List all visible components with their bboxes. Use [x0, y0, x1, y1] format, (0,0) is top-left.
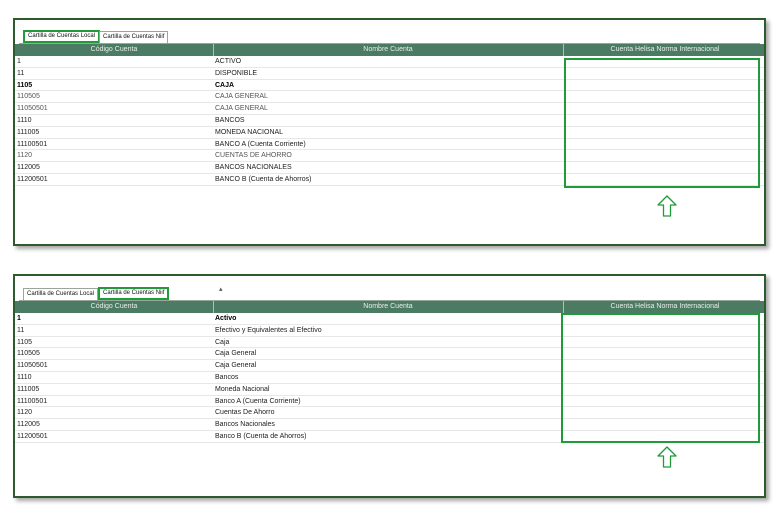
account-name: Caja General — [215, 362, 257, 370]
account-code: 11050501 — [17, 362, 48, 370]
international-column-highlight — [561, 313, 760, 443]
arrow-up-outline-icon — [655, 445, 679, 469]
account-code: 110505 — [17, 93, 40, 101]
account-code: 11200501 — [17, 432, 48, 440]
column-header-nombre[interactable]: Nombre Cuenta — [213, 44, 563, 56]
grid-header: Código Cuenta Nombre Cuenta Cuenta Helis… — [15, 44, 764, 56]
account-name: Caja — [215, 338, 230, 346]
account-code: 1105 — [17, 338, 33, 346]
account-code: 1110 — [17, 116, 32, 124]
account-name: Banco B (Cuenta de Ahorros) — [215, 432, 307, 440]
account-name: CAJA GENERAL — [215, 93, 268, 101]
account-code: 11100501 — [17, 397, 48, 405]
account-name: Moneda Nacional — [215, 385, 270, 393]
account-name: MONEDA NACIONAL — [215, 128, 284, 136]
account-name: DISPONIBLE — [215, 69, 258, 77]
account-name: BANCO A (Cuenta Corriente) — [215, 140, 306, 148]
column-header-cuenta-internacional[interactable]: Cuenta Helisa Norma Internacional — [564, 301, 766, 313]
account-name: BANCO B (Cuenta de Ahorros) — [215, 175, 312, 183]
caret-up-icon: ▴ — [219, 286, 223, 293]
account-name: Cuentas De Ahorro — [215, 409, 275, 417]
account-code: 11050501 — [17, 105, 48, 113]
account-code: 1110 — [17, 373, 32, 381]
international-column-highlight — [564, 58, 760, 188]
column-header-cuenta-internacional[interactable]: Cuenta Helisa Norma Internacional — [564, 44, 766, 56]
tab-cartilla-niif[interactable]: Cartilla de Cuentas Niif — [99, 31, 169, 43]
grid-header: Código Cuenta Nombre Cuenta Cuenta Helis… — [15, 301, 764, 313]
column-header-codigo[interactable]: Código Cuenta — [15, 44, 213, 56]
account-code: 11200501 — [17, 175, 48, 183]
tab-cartilla-local[interactable]: Cartilla de Cuentas Local — [23, 288, 99, 300]
account-code: 1120 — [17, 152, 33, 160]
account-name: Caja General — [215, 350, 257, 358]
account-code: 1120 — [17, 409, 33, 417]
account-name: CAJA GENERAL — [215, 105, 268, 113]
tab-cartilla-niif[interactable]: Cartilla de Cuentas Niif — [98, 287, 170, 300]
account-name: Bancos Nacionales — [215, 421, 275, 429]
account-name: Activo — [215, 315, 237, 322]
account-code: 110505 — [17, 350, 40, 358]
account-name: BANCOS — [215, 116, 245, 124]
account-name: Bancos — [215, 373, 239, 381]
column-header-nombre[interactable]: Nombre Cuenta — [213, 301, 563, 313]
account-name: Efectivo y Equivalentes al Efectivo — [215, 326, 322, 334]
account-code: 11 — [17, 326, 25, 334]
account-name: Banco A (Cuenta Corriente) — [215, 397, 301, 405]
tab-cartilla-local[interactable]: Cartilla de Cuentas Local — [23, 30, 101, 43]
account-code: 111005 — [17, 128, 40, 136]
niif-accounts-panel: Cartilla de Cuentas Local Cartilla de Cu… — [13, 274, 766, 498]
account-code: 11 — [17, 69, 25, 77]
arrow-up-outline-icon — [655, 194, 679, 218]
account-code: 112005 — [17, 421, 40, 429]
account-code: 11100501 — [17, 140, 48, 148]
account-name: CAJA — [215, 81, 235, 89]
account-code: 111005 — [17, 385, 40, 393]
account-name: CUENTAS DE AHORRO — [215, 152, 292, 160]
account-code: 1105 — [17, 81, 33, 89]
tab-bar: Cartilla de Cuentas Local Cartilla de Cu… — [19, 29, 760, 44]
account-code: 112005 — [17, 164, 40, 172]
tab-bar: Cartilla de Cuentas Local Cartilla de Cu… — [19, 286, 760, 301]
account-name: BANCOS NACIONALES — [215, 164, 292, 172]
local-accounts-panel: Cartilla de Cuentas Local Cartilla de Cu… — [13, 18, 766, 246]
account-name: ACTIVO — [215, 58, 242, 65]
account-code: 1 — [17, 58, 21, 65]
account-code: 1 — [17, 315, 21, 322]
column-header-codigo[interactable]: Código Cuenta — [15, 301, 213, 313]
